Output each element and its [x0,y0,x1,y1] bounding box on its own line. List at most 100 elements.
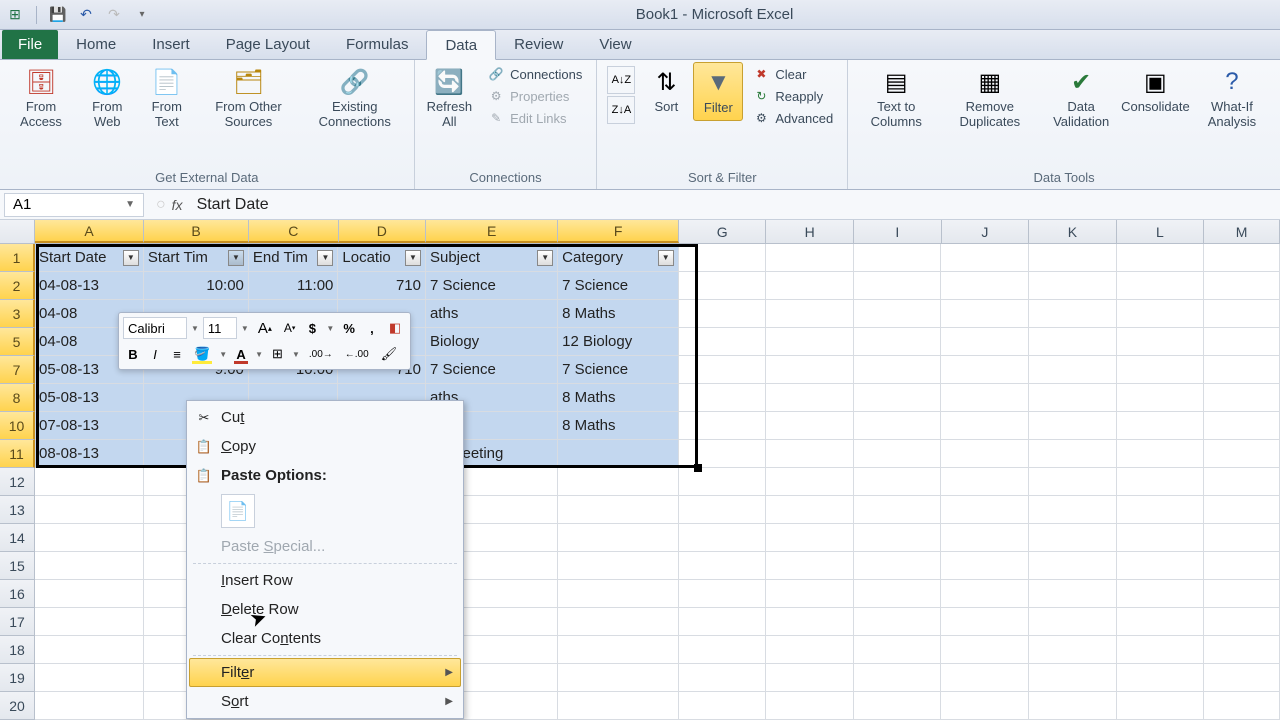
data-cell[interactable] [558,440,679,468]
empty-cell[interactable] [558,524,679,552]
menu-cut[interactable]: ✂Cut [189,403,461,432]
empty-cell[interactable] [1204,356,1280,384]
sort-desc-button[interactable]: Z↓A [607,96,635,124]
data-cell[interactable]: 07-08-13 [35,412,144,440]
empty-cell[interactable] [1117,524,1205,552]
remove-duplicates-button[interactable]: ▦Remove Duplicates [940,62,1039,134]
comma-format-icon[interactable]: , [362,317,382,339]
format-cells-icon[interactable]: ◧ [384,317,406,339]
empty-cell[interactable] [854,300,942,328]
empty-cell[interactable] [1117,580,1205,608]
bold-icon[interactable]: B [123,343,143,365]
filter-dropdown-icon[interactable]: ▼ [228,250,244,266]
empty-cell[interactable] [35,608,144,636]
empty-cell[interactable] [35,664,144,692]
empty-cell[interactable] [1204,412,1280,440]
decrease-decimal-icon[interactable]: ←.00 [340,343,374,365]
name-box[interactable]: A1 ▼ [4,193,144,217]
empty-cell[interactable] [766,692,854,720]
empty-cell[interactable] [679,692,767,720]
undo-icon[interactable]: ↶ [75,4,97,26]
filter-dropdown-icon[interactable]: ▼ [123,250,139,266]
empty-cell[interactable] [679,552,767,580]
column-header-F[interactable]: F [558,220,679,243]
redo-icon[interactable]: ↷ [103,4,125,26]
column-header-M[interactable]: M [1204,220,1280,243]
row-header-11[interactable]: 11 [0,440,35,468]
data-cell[interactable]: 10:00 [144,272,249,300]
font-size-input[interactable] [203,317,237,339]
data-cell[interactable]: 04-08-13 [35,272,144,300]
data-cell[interactable]: 7 Science [558,356,679,384]
fx-icon[interactable]: fx [172,197,183,213]
filter-dropdown-icon[interactable]: ▼ [405,250,421,266]
empty-cell[interactable] [941,328,1029,356]
empty-cell[interactable] [1117,692,1205,720]
grow-font-icon[interactable]: A▴ [253,317,277,339]
data-cell[interactable]: 11:00 [249,272,339,300]
empty-cell[interactable] [1204,300,1280,328]
table-header-cell[interactable]: Locatio▼ [338,244,426,272]
row-header-14[interactable]: 14 [0,524,35,552]
empty-cell[interactable] [1029,328,1117,356]
empty-cell[interactable] [854,608,942,636]
row-header-7[interactable]: 7 [0,356,35,384]
empty-cell[interactable] [854,692,942,720]
empty-cell[interactable] [1117,440,1205,468]
empty-cell[interactable] [1204,552,1280,580]
empty-cell[interactable] [35,636,144,664]
tab-data[interactable]: Data [426,30,496,60]
empty-cell[interactable] [679,524,767,552]
qat-dropdown-icon[interactable]: ▾ [131,4,153,26]
data-cell[interactable]: 7 Science [558,272,679,300]
filter-dropdown-icon[interactable]: ▼ [658,250,674,266]
row-header-13[interactable]: 13 [0,496,35,524]
empty-cell[interactable] [1029,664,1117,692]
row-header-18[interactable]: 18 [0,636,35,664]
tab-formulas[interactable]: Formulas [328,30,427,59]
empty-cell[interactable] [854,412,942,440]
tab-review[interactable]: Review [496,30,581,59]
empty-cell[interactable] [1029,272,1117,300]
empty-cell[interactable] [679,440,767,468]
empty-cell[interactable] [558,552,679,580]
empty-cell[interactable] [1204,384,1280,412]
italic-icon[interactable]: I [145,343,165,365]
empty-cell[interactable] [766,468,854,496]
row-header-17[interactable]: 17 [0,608,35,636]
tab-view[interactable]: View [581,30,649,59]
fill-handle[interactable] [694,464,702,472]
empty-cell[interactable] [558,496,679,524]
empty-cell[interactable] [1029,552,1117,580]
empty-cell[interactable] [1029,300,1117,328]
empty-cell[interactable] [679,496,767,524]
empty-cell[interactable] [1117,356,1205,384]
empty-cell[interactable] [1029,440,1117,468]
empty-cell[interactable] [679,664,767,692]
empty-cell[interactable] [558,664,679,692]
empty-cell[interactable] [1204,580,1280,608]
empty-cell[interactable] [1117,244,1205,272]
format-painter-icon[interactable]: 🖌 [376,343,403,365]
empty-cell[interactable] [1117,328,1205,356]
tab-page-layout[interactable]: Page Layout [208,30,328,59]
data-cell[interactable]: 05-08-13 [35,384,144,412]
table-header-cell[interactable]: Subject▼ [426,244,558,272]
empty-cell[interactable] [1117,412,1205,440]
filter-button[interactable]: ▼Filter [693,62,743,121]
row-header-5[interactable]: 5 [0,328,35,356]
empty-cell[interactable] [679,412,767,440]
font-name-input[interactable] [123,317,187,339]
table-header-cell[interactable]: Start Tim▼ [144,244,249,272]
data-cell[interactable]: 12 Biology [558,328,679,356]
empty-cell[interactable] [854,580,942,608]
column-header-A[interactable]: A [35,220,144,243]
empty-cell[interactable] [766,384,854,412]
from-other-sources-button[interactable]: 🗂From Other Sources [197,62,300,134]
data-cell[interactable]: aths [426,300,558,328]
data-cell[interactable]: 7 Science [426,356,558,384]
empty-cell[interactable] [941,496,1029,524]
empty-cell[interactable] [1117,468,1205,496]
empty-cell[interactable] [558,580,679,608]
column-header-K[interactable]: K [1029,220,1117,243]
